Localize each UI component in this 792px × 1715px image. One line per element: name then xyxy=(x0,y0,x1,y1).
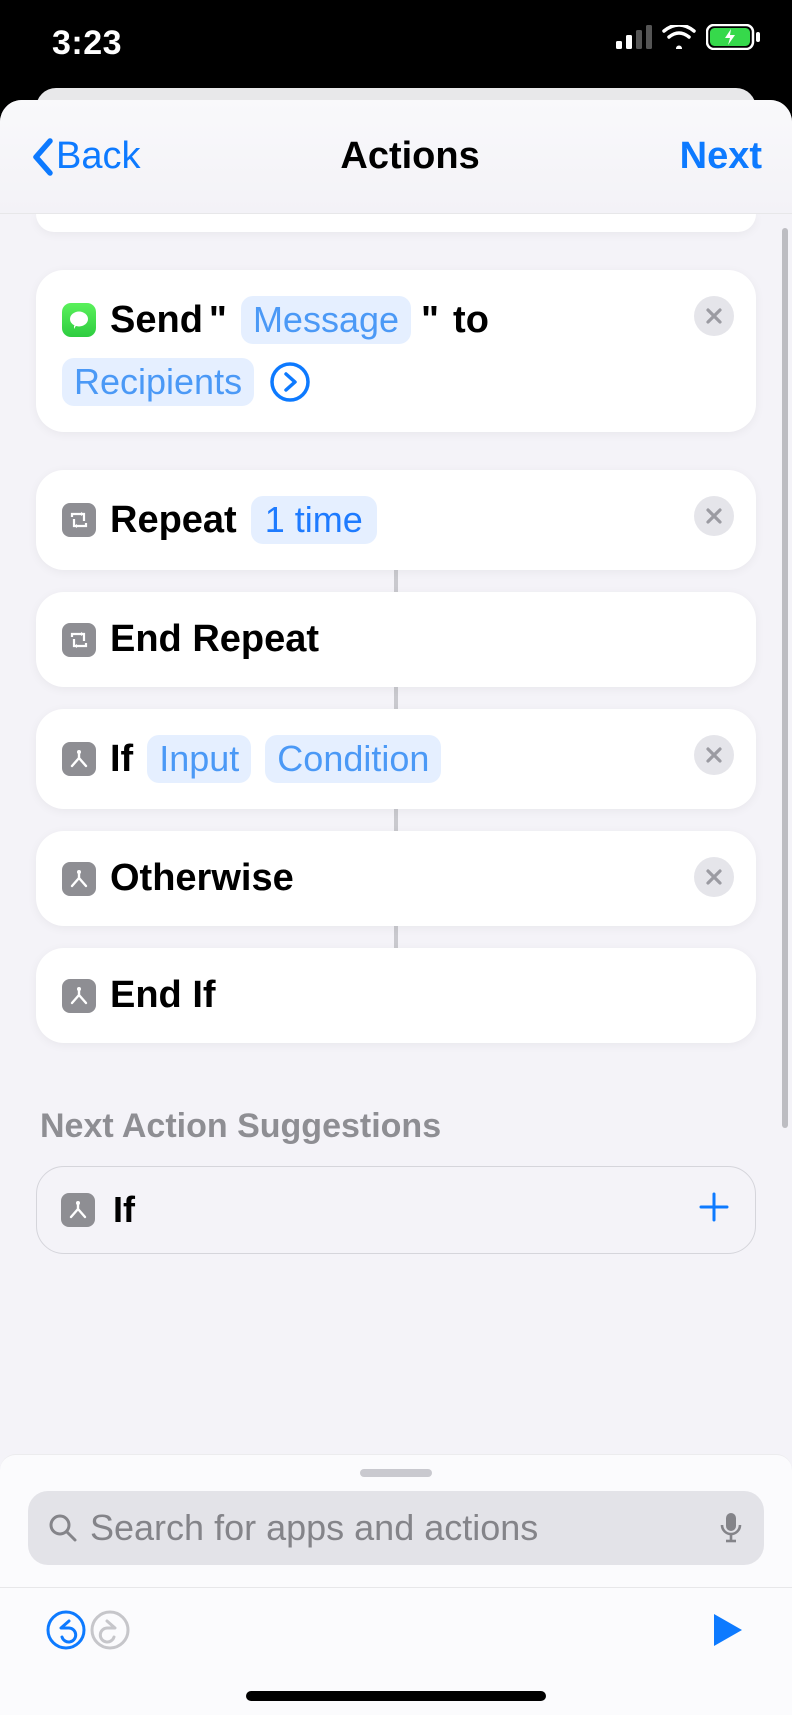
delete-action-button[interactable] xyxy=(694,857,734,897)
action-end-repeat[interactable]: End Repeat xyxy=(36,592,756,687)
close-icon xyxy=(705,868,723,886)
previous-card-peek xyxy=(36,214,756,232)
scrollbar[interactable] xyxy=(782,228,788,1128)
quote-close: " xyxy=(421,299,439,342)
quote-open: " xyxy=(209,299,227,342)
back-button[interactable]: Back xyxy=(30,135,140,178)
close-icon xyxy=(705,307,723,325)
repeat-label: Repeat xyxy=(110,499,237,542)
message-token[interactable]: Message xyxy=(241,296,411,344)
plus-icon xyxy=(697,1190,731,1224)
add-suggestion-button[interactable] xyxy=(697,1185,731,1235)
nav-bar: Back Actions Next xyxy=(0,100,792,214)
delete-action-button[interactable] xyxy=(694,735,734,775)
expand-button[interactable] xyxy=(268,360,312,404)
action-repeat[interactable]: Repeat 1 time xyxy=(36,470,756,570)
repeat-icon xyxy=(62,623,96,657)
chevron-right-circle-icon xyxy=(269,361,311,403)
delete-action-button[interactable] xyxy=(694,296,734,336)
branch-icon xyxy=(61,1193,95,1227)
end-if-label: End If xyxy=(110,974,216,1017)
suggestion-label: If xyxy=(113,1189,135,1231)
action-if[interactable]: If Input Condition xyxy=(36,709,756,809)
if-condition-token[interactable]: Condition xyxy=(265,735,441,783)
page-title: Actions xyxy=(340,135,479,178)
connector-line xyxy=(394,570,398,592)
end-repeat-label: End Repeat xyxy=(110,618,319,661)
suggestions-header: Next Action Suggestions xyxy=(36,1043,756,1166)
microphone-icon[interactable] xyxy=(718,1511,744,1545)
if-label: If xyxy=(110,738,133,781)
repeat-count-token[interactable]: 1 time xyxy=(251,496,377,544)
redo-icon xyxy=(89,1609,131,1651)
close-icon xyxy=(705,507,723,525)
repeat-icon xyxy=(62,503,96,537)
drag-handle[interactable] xyxy=(360,1469,432,1477)
chevron-left-icon xyxy=(30,137,54,177)
send-label: Send xyxy=(110,299,203,342)
action-otherwise[interactable]: Otherwise xyxy=(36,831,756,926)
status-icons xyxy=(616,24,762,50)
if-input-token[interactable]: Input xyxy=(147,735,251,783)
messages-app-icon xyxy=(62,303,96,337)
wifi-icon xyxy=(662,25,696,49)
redo-button[interactable] xyxy=(88,1608,132,1652)
modal-sheet: Back Actions Next Send " Message " xyxy=(0,100,792,1715)
branch-icon xyxy=(62,862,96,896)
status-bar: 3:23 xyxy=(0,0,792,90)
branch-icon xyxy=(62,979,96,1013)
search-input[interactable]: Search for apps and actions xyxy=(28,1491,764,1565)
action-send-message[interactable]: Send " Message " to Recipients xyxy=(36,270,756,432)
run-button[interactable] xyxy=(704,1608,748,1652)
status-time: 3:23 xyxy=(52,24,122,63)
search-placeholder: Search for apps and actions xyxy=(90,1507,706,1549)
back-label: Back xyxy=(56,135,140,178)
next-button[interactable]: Next xyxy=(680,135,762,178)
connector-line xyxy=(394,926,398,948)
delete-action-button[interactable] xyxy=(694,496,734,536)
action-end-if[interactable]: End If xyxy=(36,948,756,1043)
cellular-icon xyxy=(616,25,652,49)
search-icon xyxy=(48,1513,78,1543)
search-panel: Search for apps and actions xyxy=(0,1454,792,1587)
to-label: to xyxy=(453,299,489,342)
undo-button[interactable] xyxy=(44,1608,88,1652)
home-indicator[interactable] xyxy=(246,1691,546,1701)
suggestion-item[interactable]: If xyxy=(36,1166,756,1254)
otherwise-label: Otherwise xyxy=(110,857,294,900)
recipients-token[interactable]: Recipients xyxy=(62,358,254,406)
play-icon xyxy=(706,1610,746,1650)
connector-line xyxy=(394,809,398,831)
connector-line xyxy=(394,687,398,709)
undo-icon xyxy=(45,1609,87,1651)
battery-charging-icon xyxy=(706,24,762,50)
branch-icon xyxy=(62,742,96,776)
close-icon xyxy=(705,746,723,764)
